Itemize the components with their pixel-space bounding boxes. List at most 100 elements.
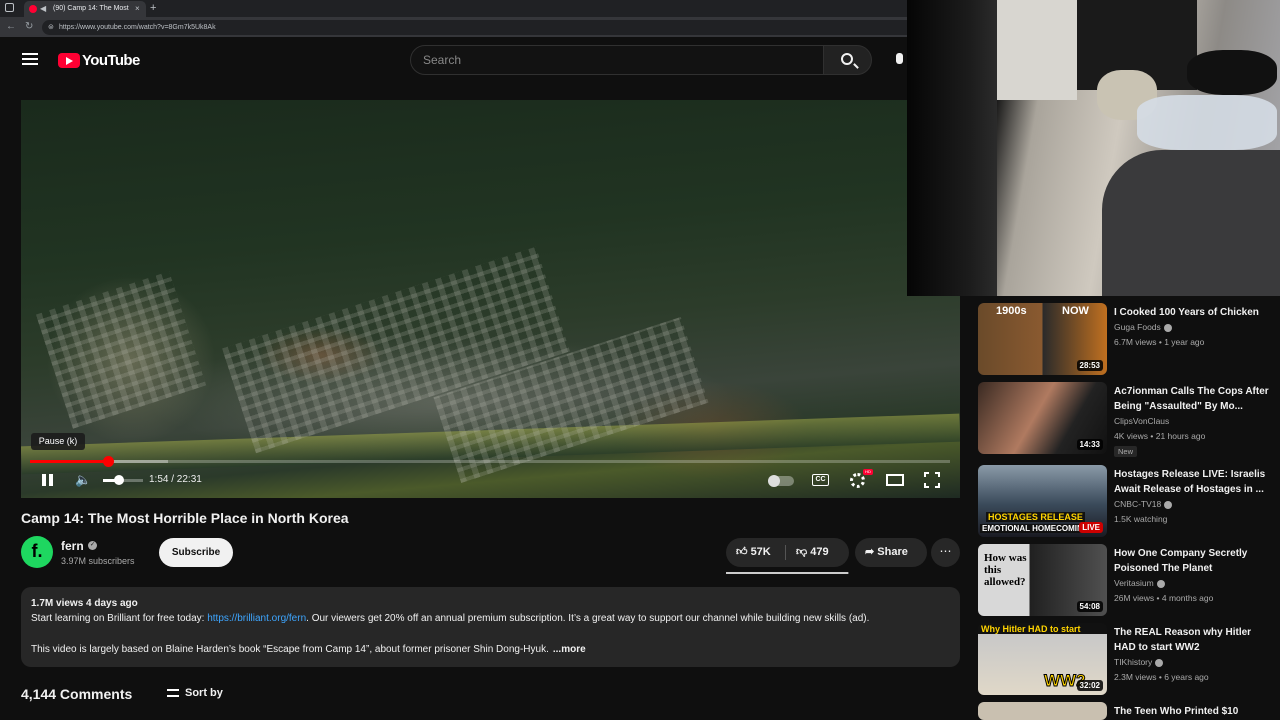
channel-label: Veritasium [1114,578,1154,588]
recommendation-meta: 2.3M views • 6 years ago [1114,672,1209,682]
tab-title: (90) Camp 14: The Most Horrible Place in… [53,5,131,12]
recommendation-item[interactable]: 1900s NOW 28:53 I Cooked 100 Years of Ch… [978,303,1270,379]
browser-tab[interactable]: ◀ (90) Camp 14: The Most Horrible Place … [24,1,146,17]
like-ratio-fill [726,572,848,574]
channel-avatar[interactable]: f. [21,536,53,568]
pause-tooltip: Pause (k) [31,433,85,450]
volume-icon[interactable]: 🔈 [75,472,91,488]
recommendation-title[interactable]: I Cooked 100 Years of Chicken [1114,305,1270,320]
recommendation-title[interactable]: Hostages Release LIVE: Israelis Await Re… [1114,467,1270,497]
search-icon [841,53,853,65]
speaker-icon[interactable]: ◀ [40,1,46,17]
dislike-button[interactable]: 👎︎ 479 [796,545,829,558]
sort-icon [167,689,179,698]
live-badge: LIVE [1079,522,1103,533]
subtitles-button[interactable]: CC [812,474,829,486]
time-display: 1:54 / 22:31 [149,474,202,485]
more-actions-button[interactable]: ⋯ [931,538,960,567]
thumbnail-text: HOSTAGES RELEASE [986,512,1085,522]
channel-label: TIKhistory [1114,657,1153,667]
close-tab-icon[interactable]: × [135,1,140,17]
description-box[interactable]: 1.7M views 4 days ago Start learning on … [21,587,960,667]
recommendation-meta: 1.5K watching [1114,514,1168,524]
like-button[interactable]: 👍︎ 57K [736,545,771,558]
like-dislike-group: 👍︎ 57K 👎︎ 479 [726,538,849,567]
subscribe-button[interactable]: Subscribe [159,538,233,567]
fullscreen-button[interactable] [924,472,940,488]
recommendation-channel[interactable]: Veritasium [1114,578,1165,588]
fullscreen-icon [924,483,929,488]
webcam-cloth [1187,50,1277,95]
thumbnail-text: Why Hitler HAD to start [981,624,1081,634]
hd-badge: HD [863,469,873,475]
recommendation-meta: 6.7M views • 1 year ago [1114,337,1205,347]
microphone-icon[interactable] [896,53,903,64]
video-thumbnail[interactable]: How was this allowed? 54:08 [978,544,1107,616]
recommendation-item[interactable]: Why Hitler HAD to start WW2 32:02 The RE… [978,623,1270,699]
recommendation-title[interactable]: The Teen Who Printed $10 [1114,704,1270,719]
channel-name[interactable]: fern [61,539,84,553]
webcam-chair [1102,150,1280,296]
video-thumbnail[interactable]: 14:33 [978,382,1107,454]
recommendation-item[interactable]: 14:33 Ac7ionman Calls The Cops After Bei… [978,382,1270,458]
dislike-count: 479 [810,546,829,558]
description-text: This video is largely based on Blaine Ha… [31,644,549,655]
recommendation-item[interactable]: HOSTAGES RELEASE EMOTIONAL HOMECOMING LI… [978,465,1270,541]
theater-mode-button[interactable] [886,474,904,486]
share-arrow-icon: ➦ [865,546,878,558]
thumbnail-text: How was this allowed? [984,552,1027,588]
progress-bar[interactable] [30,456,950,467]
recommendation-channel[interactable]: Guga Foods [1114,322,1172,332]
webcam-bottles [1137,95,1277,150]
volume-slider[interactable] [103,475,143,485]
new-badge: New [1114,446,1138,457]
video-thumbnail[interactable] [978,702,1107,720]
new-tab-button[interactable]: + [150,0,156,16]
recommendation-title[interactable]: The REAL Reason why Hitler HAD to start … [1114,625,1270,655]
search-input[interactable]: Search [410,45,824,75]
played-bar [30,460,108,463]
verified-check-icon [1156,579,1165,588]
thumbnail-text: 1900s [996,305,1027,317]
recommendation-title[interactable]: Ac7ionman Calls The Cops After Being "As… [1114,384,1270,414]
video-thumbnail[interactable]: HOSTAGES RELEASE EMOTIONAL HOMECOMING LI… [978,465,1107,537]
back-icon[interactable]: ← [6,20,16,34]
thumbs-up-icon: 👍︎ [736,546,751,558]
reload-icon[interactable]: ↻ [25,20,33,34]
webcam-wall [997,0,1077,100]
search-button[interactable] [823,45,872,75]
pause-icon [42,474,46,486]
scrubber-handle[interactable] [102,456,114,467]
subscriber-count: 3.97M subscribers [61,556,135,566]
verified-check-icon [1155,658,1164,667]
settings-gear-icon[interactable] [850,473,865,488]
video-thumbnail[interactable]: Why Hitler HAD to start WW2 32:02 [978,623,1107,695]
recommendation-item[interactable]: How was this allowed? 54:08 How One Comp… [978,544,1270,620]
brilliant-link[interactable]: https://brilliant.org/fern [207,613,306,624]
recommendation-channel[interactable]: TIKhistory [1114,657,1164,667]
show-more-link[interactable]: ...more [553,644,586,655]
site-info-icon[interactable]: ⊜ [48,20,54,35]
recommendation-item[interactable]: The Teen Who Printed $10 [978,702,1270,720]
menu-icon[interactable] [22,53,38,65]
description-line1: Start learning on Brilliant for free tod… [31,611,950,626]
thumbnail-text: EMOTIONAL HOMECOMING [980,524,1091,533]
verified-check-icon [1164,500,1173,509]
view-count-date: 1.7M views 4 days ago [31,598,138,609]
share-button[interactable]: ➦ Share [855,538,927,567]
pause-button[interactable] [41,472,55,488]
tab-actions-icon[interactable] [5,3,14,12]
description-text: Start learning on Brilliant for free tod… [31,613,208,624]
recommendation-channel[interactable]: CNBC-TV18 [1114,499,1173,509]
autoplay-toggle[interactable] [768,475,794,487]
sort-by-button[interactable]: Sort by [167,687,223,699]
recommendation-title[interactable]: How One Company Secretly Poisoned The Pl… [1114,546,1270,576]
channel-label: Guga Foods [1114,322,1161,332]
share-label: Share [877,546,908,558]
video-thumbnail[interactable]: 1900s NOW 28:53 [978,303,1107,375]
recommendation-channel[interactable]: ClipsVonClaus [1114,416,1169,426]
video-player[interactable] [21,100,960,498]
volume-handle[interactable] [114,475,124,485]
url-field[interactable]: ⊜ https://www.youtube.com/watch?v=8Gm7k5… [42,20,942,35]
recommendation-meta: 26M views • 4 months ago [1114,593,1214,603]
